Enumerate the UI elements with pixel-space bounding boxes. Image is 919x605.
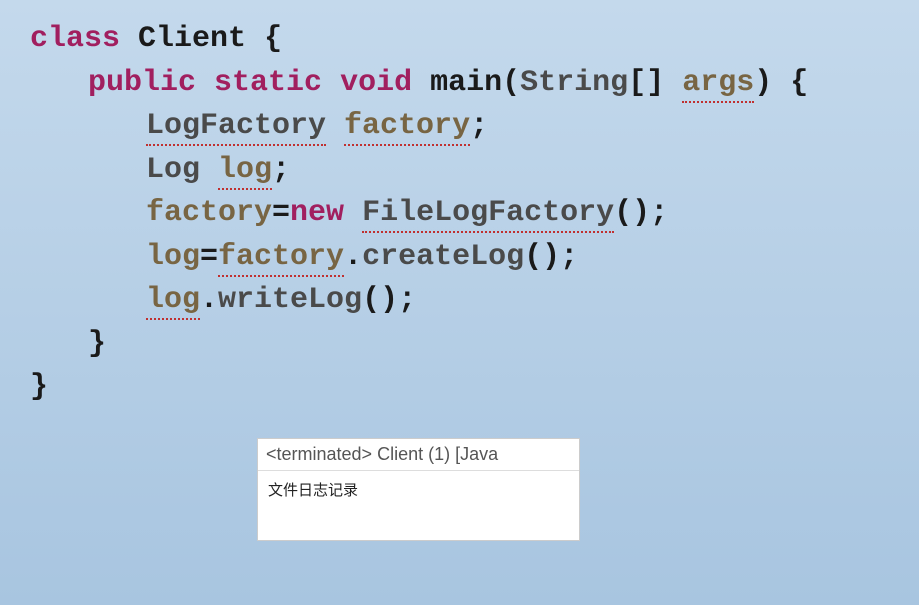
semi: ; (398, 283, 416, 317)
parens: () (524, 240, 560, 274)
console-header: <terminated> Client (1) [Java (258, 439, 579, 471)
code-line-2: public static void main(String[] args) { (30, 62, 889, 106)
keyword-public: public (88, 66, 196, 100)
ctor-filelogfactory: FileLogFactory (362, 196, 614, 233)
method-main: main (430, 66, 502, 100)
brackets: [] (628, 66, 682, 100)
type-string: String (520, 66, 628, 100)
brace-open: { (246, 22, 282, 56)
var-factory: factory (146, 196, 272, 230)
keyword-void: void (340, 66, 412, 100)
type-log: Log (146, 153, 218, 187)
code-line-4: Log log; (30, 149, 889, 193)
console-output: 文件日志记录 (258, 471, 579, 540)
semi: ; (470, 109, 488, 143)
code-line-5: factory=new FileLogFactory(); (30, 192, 889, 236)
code-line-1: class Client { (30, 18, 889, 62)
type-logfactory: LogFactory (146, 109, 326, 146)
eq: = (272, 196, 290, 230)
class-name: Client (138, 22, 246, 56)
sp (326, 109, 344, 143)
code-line-3: LogFactory factory; (30, 105, 889, 149)
parens: () (614, 196, 650, 230)
semi: ; (272, 153, 290, 187)
var-factory: factory (344, 109, 470, 146)
obj-log: log (146, 283, 200, 320)
parens: () (362, 283, 398, 317)
obj-factory: factory (218, 240, 344, 277)
param-args: args (682, 66, 754, 103)
code-line-9: } (30, 366, 889, 410)
semi: ; (650, 196, 668, 230)
code-line-8: } (30, 323, 889, 367)
sp (344, 196, 362, 230)
var-log: log (146, 240, 200, 274)
dot: . (200, 283, 218, 317)
console-output-box: <terminated> Client (1) [Java 文件日志记录 (257, 438, 580, 541)
eq: = (200, 240, 218, 274)
keyword-class: class (30, 22, 120, 56)
keyword-static: static (214, 66, 322, 100)
paren-close-brace: ) { (754, 66, 808, 100)
brace-close: } (30, 370, 48, 404)
keyword-new: new (290, 196, 344, 230)
method-createlog: createLog (362, 240, 524, 274)
paren-open: ( (502, 66, 520, 100)
method-writelog: writeLog (218, 283, 362, 317)
dot: . (344, 240, 362, 274)
code-line-6: log=factory.createLog(); (30, 236, 889, 280)
semi: ; (560, 240, 578, 274)
code-line-7: log.writeLog(); (30, 279, 889, 323)
code-block: class Client { public static void main(S… (0, 0, 919, 428)
var-log: log (218, 153, 272, 190)
brace-close: } (88, 327, 106, 361)
